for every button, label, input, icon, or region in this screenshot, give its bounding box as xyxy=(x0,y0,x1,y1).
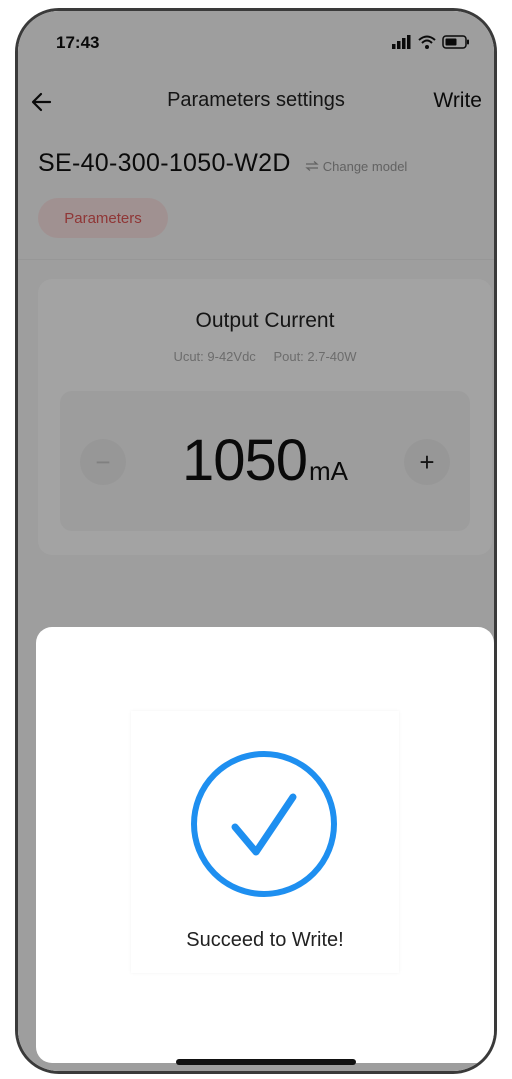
success-sheet: Succeed to Write! xyxy=(36,627,494,1063)
home-indicator[interactable] xyxy=(176,1059,356,1065)
check-circle-icon xyxy=(191,751,337,897)
success-panel: Succeed to Write! xyxy=(131,711,399,973)
app-screen: 17:43 Parameters settings Write SE-40-30… xyxy=(18,11,494,1071)
phone-frame: 17:43 Parameters settings Write SE-40-30… xyxy=(15,8,497,1074)
success-message: Succeed to Write! xyxy=(186,929,344,951)
